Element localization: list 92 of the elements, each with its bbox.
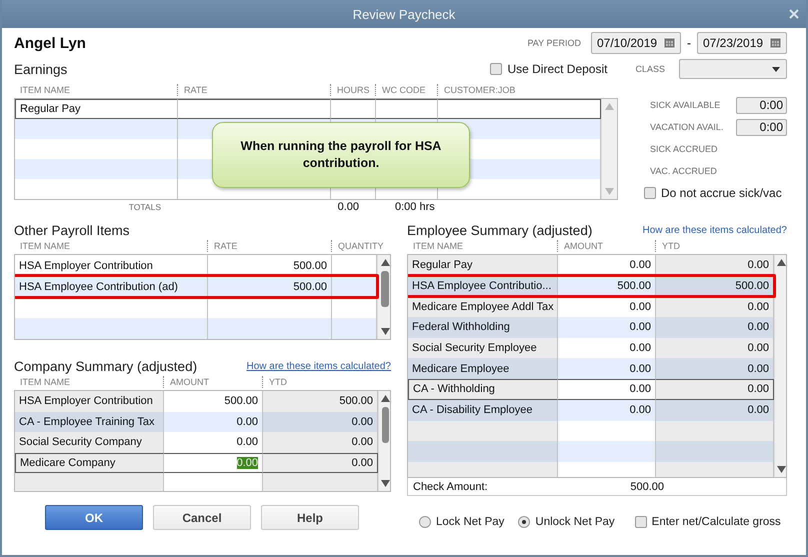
table-cell: 0.00 [164,452,263,474]
table-row[interactable]: HSA Employer Contribution 500.00 [15,255,377,276]
field-label: SICK ACCRUED [650,144,718,154]
help-link[interactable]: How are these items calculated? [642,225,787,238]
table-row[interactable]: Social Security Company 0.00 0.00 [15,432,378,453]
table-cell: 0.00 [558,400,656,420]
value-field[interactable]: 0:00 [736,96,787,114]
column-header[interactable]: QUANTITY [331,240,391,252]
table-cell: HSA Employer Contribution [15,391,164,412]
table-cell: 0.00 [656,400,774,420]
radio-label[interactable]: Unlock Net Pay [535,516,615,528]
table-row[interactable]: CA - Disability Employee 0.00 0.00 [408,400,774,420]
field-label: VAC. ACCRUED [650,166,717,176]
radio-label[interactable]: Lock Net Pay [436,516,504,528]
table-cell: Social Security Company [15,432,164,453]
table-cell: Federal Withholding [408,317,558,338]
column-header[interactable]: YTD [655,240,787,252]
table-row[interactable]: Federal Withholding 0.00 0.00 [408,317,774,338]
table-cell: 0.00 [656,358,774,380]
table-row[interactable]: Regular Pay 0.00 0.00 [408,255,774,276]
column-header[interactable]: WC CODE [375,84,437,96]
table-cell: CA - Employee Training Tax [15,412,164,432]
date-separator: - [687,36,691,50]
table-row[interactable]: Medicare Company 0.00 0.00 [15,452,378,474]
dialog-button[interactable]: Help [261,505,359,530]
check-amount-label: Check Amount: [412,480,489,492]
column-header[interactable]: ITEM NAME [407,240,557,252]
date-field[interactable]: 07/23/2019 [697,32,787,54]
section-title: Other Payroll Items [14,223,130,238]
column-header[interactable]: ITEM NAME [14,240,207,252]
table-cell: 500.00 [263,391,378,412]
table-cell: 0.00 [656,379,774,400]
callout-note: When running the payroll for HSA contribution. [212,122,470,188]
table-row[interactable]: Regular Pay [15,99,601,119]
field-label: PAY PERIOD [527,38,581,48]
table-cell: Medicare Employee [408,358,558,380]
field-label: SICK AVAILABLE [650,100,720,110]
section-title: Employee Summary (adjusted) [407,223,592,238]
checkbox-label[interactable]: Do not accrue sick/vac [661,186,782,200]
table-cell: Regular Pay [408,255,558,276]
check-amount-value: 500.00 [629,480,664,492]
table-cell: 0.00 [656,317,774,338]
value-field[interactable]: 0:00 [736,118,787,136]
section-title: Earnings [14,62,68,76]
table-cell: CA - Withholding [408,379,558,400]
table-cell: 0.00 [263,432,378,453]
table-cell: Medicare Company [15,452,164,474]
section-title: Company Summary (adjusted) [14,359,198,374]
table-row[interactable]: CA - Employee Training Tax 0.00 0.00 [15,412,378,432]
table-row[interactable]: HSA Employer Contribution 500.00 500.00 [15,391,378,412]
column-header[interactable]: RATE [207,240,331,252]
column-header[interactable]: AMOUNT [557,240,655,252]
table-cell: 0.00 [558,379,656,400]
table-row[interactable]: Medicare Employee Addl Tax 0.00 0.00 [408,296,774,318]
column-header[interactable]: ITEM NAME [14,84,177,96]
column-header[interactable]: ITEM NAME [14,376,163,388]
table-row[interactable]: Medicare Employee 0.00 0.00 [408,358,774,380]
table-row[interactable]: CA - Withholding 0.00 0.00 [408,379,774,400]
table-cell: 0.00 [558,358,656,380]
help-link[interactable]: How are these items calculated? [246,361,391,374]
table-cell: Medicare Employee Addl Tax [408,296,558,318]
field-label: VACATION AVAIL. [650,122,724,132]
table-cell: HSA Employee Contribution (ad) [15,276,208,297]
table-cell: 0.00 [263,412,378,432]
dialog-button[interactable]: OK [45,505,143,530]
table-cell: 0.00 [164,412,263,432]
table-cell: 0.00 [558,338,656,358]
total-hours: 0.00 [338,201,359,213]
table-cell: 0.00 [656,255,774,276]
table-cell: 500.00 [208,276,332,297]
employee-name: Angel Lyn [14,34,86,52]
field-label: CLASS [635,64,665,74]
total-time: 0:00 hrs [395,201,435,213]
totals-label: TOTALS [128,202,161,212]
window-title: Review Paycheck [352,6,456,22]
table-cell: 0.00 [263,452,378,474]
table-cell: 0.00 [656,296,774,318]
table-cell: 0.00 [656,338,774,358]
dialog-button[interactable]: Cancel [153,505,251,530]
column-header[interactable]: RATE [177,84,330,96]
column-header[interactable]: YTD [262,376,391,388]
table-cell: CA - Disability Employee [408,400,558,420]
table-cell: 0.00 [558,317,656,338]
column-header[interactable]: HOURS [330,84,375,96]
checkbox-label[interactable]: Enter net/Calculate gross [652,516,781,528]
table-cell: Social Security Employee [408,338,558,358]
table-row[interactable]: Social Security Employee 0.00 0.00 [408,338,774,358]
date-field[interactable]: 07/10/2019 [591,32,681,54]
table-cell: Regular Pay [15,99,178,119]
column-header[interactable]: CUSTOMER:JOB [437,84,616,96]
checkbox-label[interactable]: Use Direct Deposit [507,62,608,76]
column-header[interactable]: AMOUNT [163,376,262,388]
